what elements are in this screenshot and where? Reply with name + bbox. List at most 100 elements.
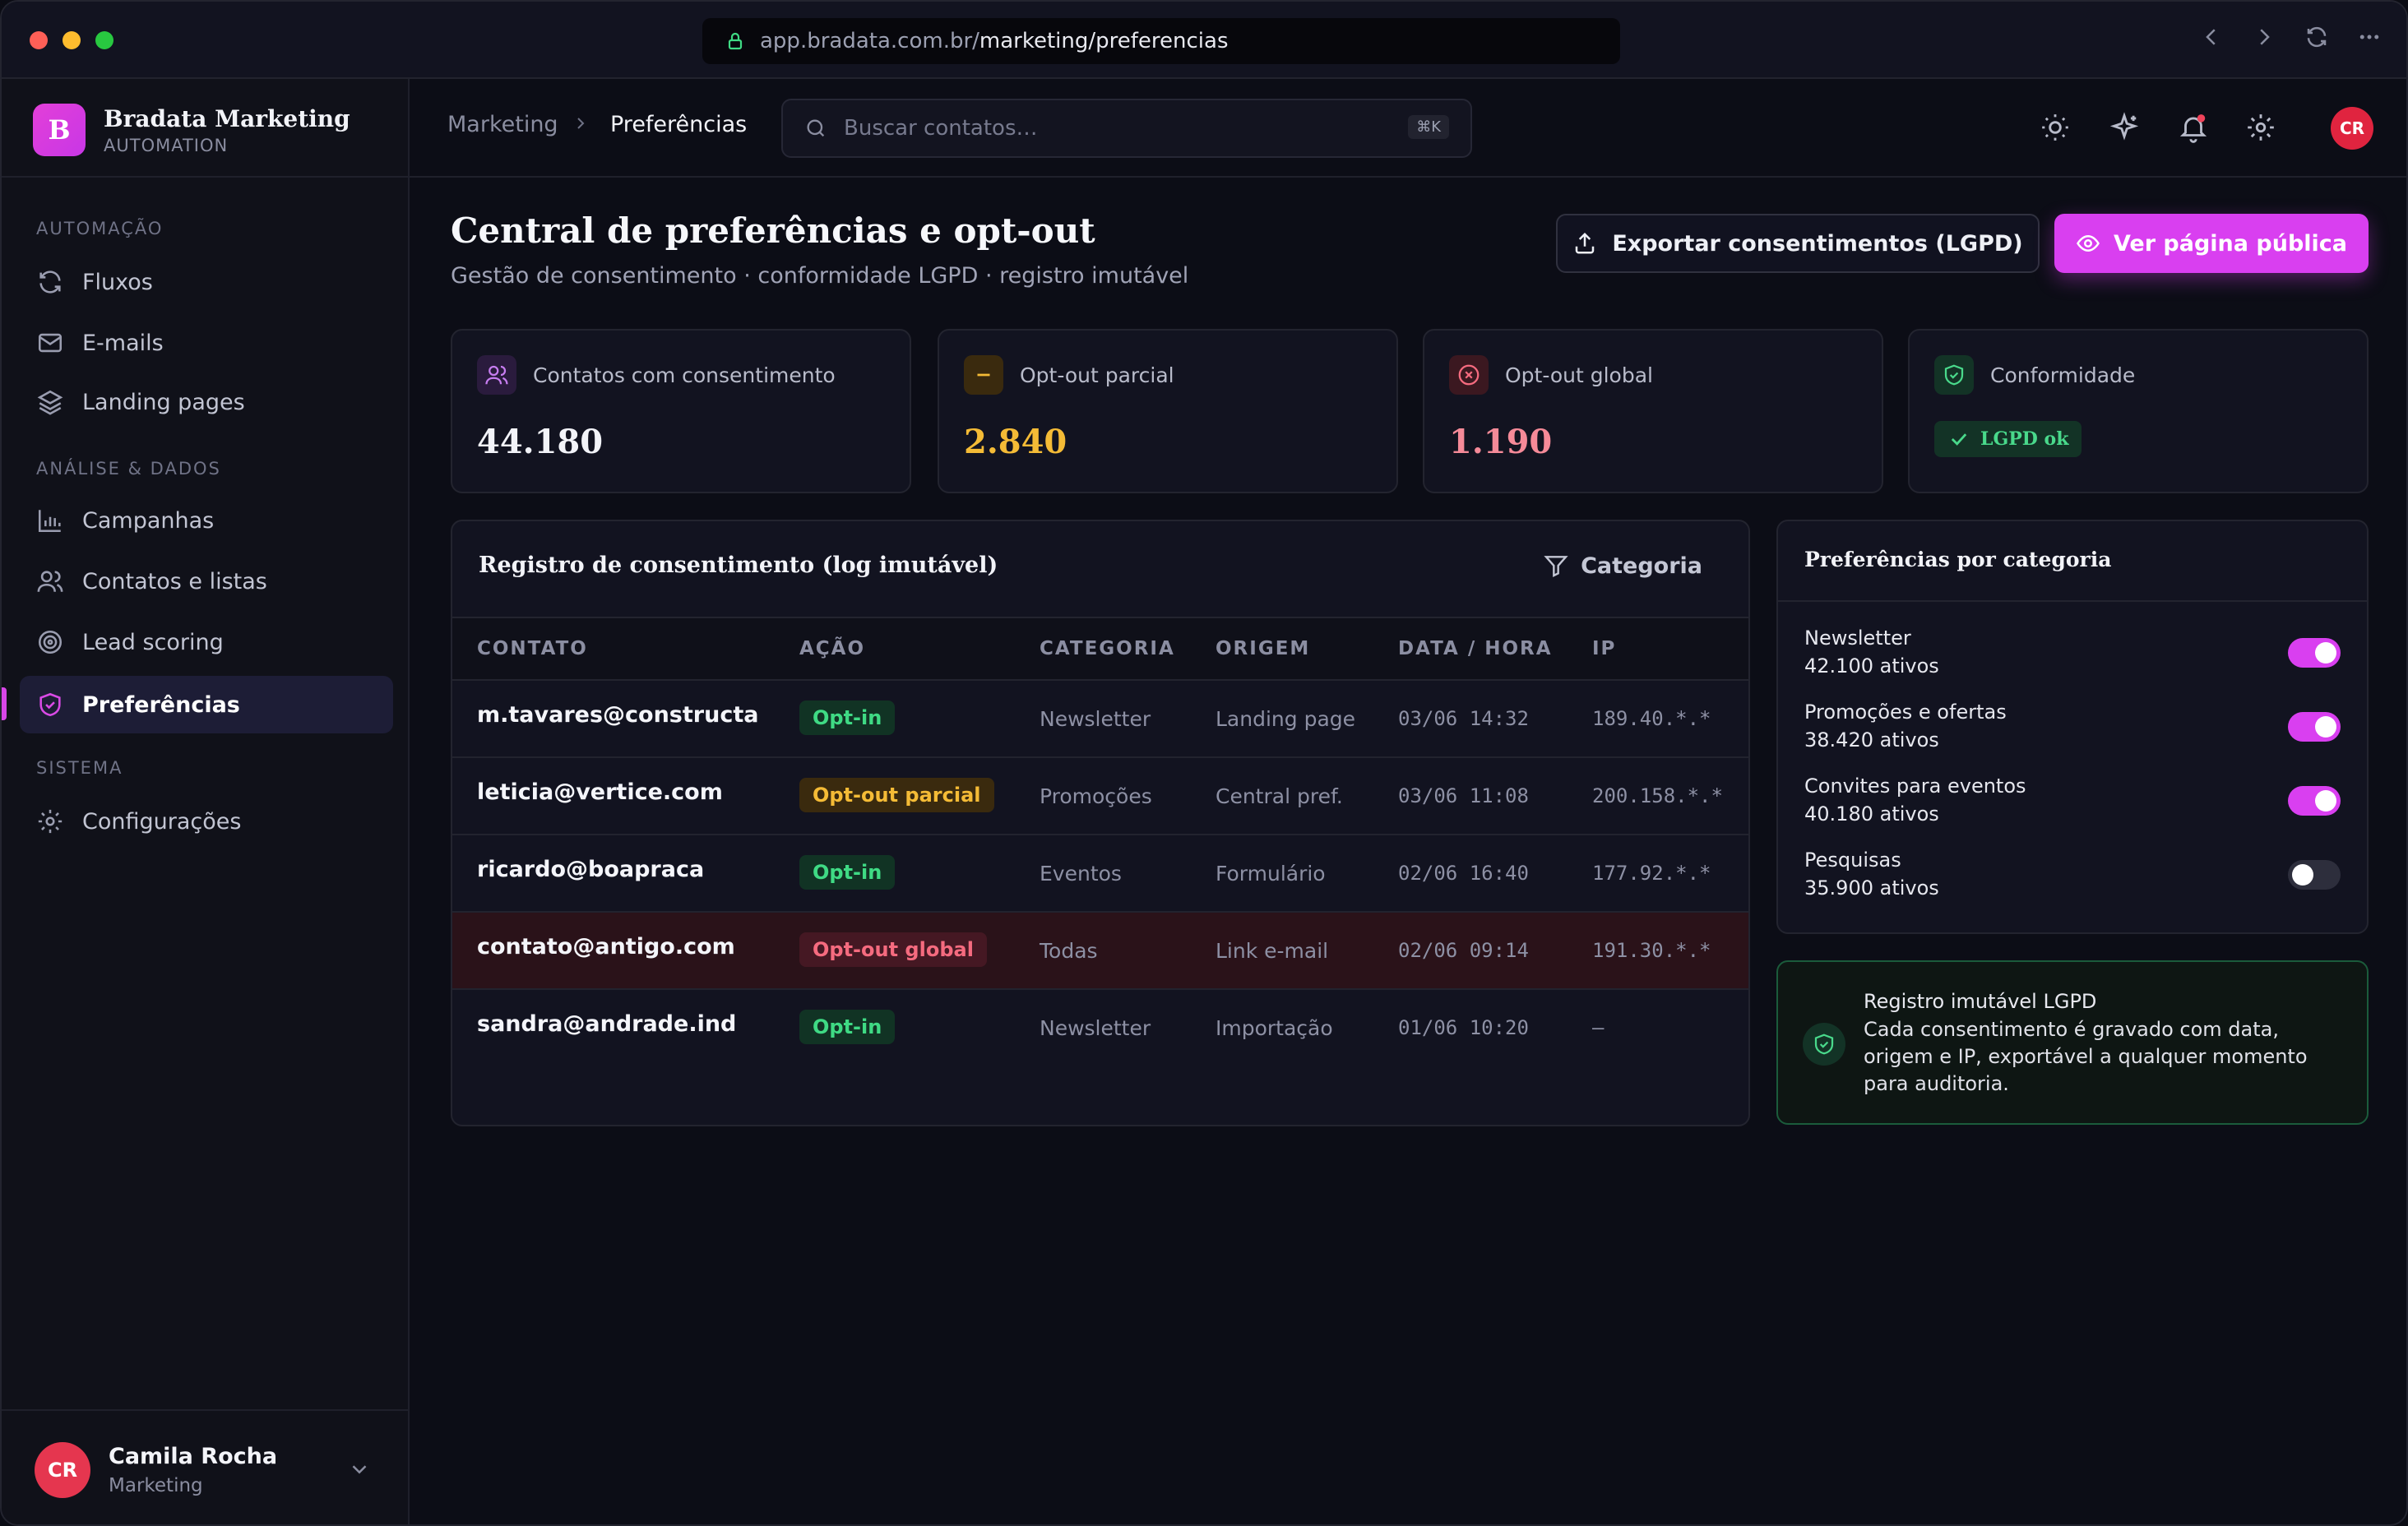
sidebar-item-label: Lead scoring xyxy=(82,629,224,655)
chevron-down-icon[interactable] xyxy=(347,1457,372,1482)
page-title: Central de preferências e opt-out xyxy=(451,210,1095,251)
datetime-cell: 01/06 10:20 xyxy=(1398,1016,1529,1039)
newsletter-toggle[interactable] xyxy=(2288,638,2341,668)
sun-icon[interactable] xyxy=(2040,112,2071,143)
users-icon xyxy=(37,571,63,592)
category-cell: Promoções xyxy=(1040,784,1152,808)
consent-log-panel: Registro de consentimento (log imutável)… xyxy=(451,520,1750,1126)
contact-email: ricardo@boapraca xyxy=(477,857,705,882)
pesquisas-toggle[interactable] xyxy=(2288,860,2341,890)
avatar: CR xyxy=(35,1442,90,1498)
url-host: app.bradata.com.br/ xyxy=(760,29,979,53)
sidebar-item-configuracoes[interactable]: Configurações xyxy=(20,793,393,850)
sidebar-item-label: E-mails xyxy=(82,330,164,356)
table-row[interactable]: leticia@vertice.com Opt-out parcial Prom… xyxy=(452,758,1748,835)
datetime-cell: 03/06 11:08 xyxy=(1398,784,1529,807)
search-icon xyxy=(807,119,825,137)
origin-cell: Importação xyxy=(1216,1016,1333,1040)
sidebar-item-fluxos[interactable]: Fluxos xyxy=(20,253,393,311)
column-header-ip: IP xyxy=(1592,638,1617,659)
ip-cell: 177.92.*.* xyxy=(1592,862,1711,885)
sidebar-item-contatos[interactable]: Contatos e listas xyxy=(20,553,393,610)
eye-icon xyxy=(2077,234,2100,252)
origin-cell: Link e-mail xyxy=(1216,939,1329,963)
reload-icon[interactable] xyxy=(2304,25,2329,49)
upload-icon xyxy=(1576,232,1595,254)
browser-titlebar: app.bradata.com.br/marketing/preferencia… xyxy=(2,2,2406,79)
stat-value: 44.180 xyxy=(477,423,604,461)
divider xyxy=(2,176,408,178)
users-icon xyxy=(485,365,508,385)
promocoes-toggle[interactable] xyxy=(2288,712,2341,742)
gear-icon[interactable] xyxy=(2245,112,2276,143)
table-row[interactable]: m.tavares@constructa Opt-in Newsletter L… xyxy=(452,681,1748,758)
preference-pesquisas: Pesquisas 35.900 ativos xyxy=(1804,849,2341,914)
minimize-window-button[interactable] xyxy=(63,31,81,49)
maximize-window-button[interactable] xyxy=(95,31,113,49)
url-path: marketing/preferencias xyxy=(979,29,1229,53)
origin-cell: Central pref. xyxy=(1216,784,1343,808)
user-role: Marketing xyxy=(109,1475,203,1496)
preference-newsletter: Newsletter 42.100 ativos xyxy=(1804,627,2341,692)
avatar[interactable]: CR xyxy=(2331,107,2373,150)
topbar: Marketing Preferências Buscar contatos… … xyxy=(410,79,2406,178)
stat-label: Opt-out parcial xyxy=(1020,363,1174,387)
ip-cell: 189.40.*.* xyxy=(1592,707,1711,730)
table-row[interactable]: sandra@andrade.ind Opt-in Newsletter Imp… xyxy=(452,990,1748,1067)
preference-count: 38.420 ativos xyxy=(1804,728,1939,751)
sidebar-item-label: Campanhas xyxy=(82,507,215,534)
sidebar-item-lead-scoring[interactable]: Lead scoring xyxy=(20,613,393,671)
preference-name: Convites para eventos xyxy=(1804,775,2026,798)
status-badge: LGPD ok xyxy=(1934,421,2082,457)
bell-icon[interactable] xyxy=(2178,112,2209,143)
refresh-icon xyxy=(39,271,61,294)
close-window-button[interactable] xyxy=(30,31,48,49)
note-icon xyxy=(1803,1023,1845,1066)
lock-icon xyxy=(728,32,743,50)
stat-label: Conformidade xyxy=(1990,363,2136,387)
gear-icon xyxy=(38,809,63,834)
table-row[interactable]: contato@antigo.com Opt-out global Todas … xyxy=(452,913,1748,990)
bar-chart-icon xyxy=(38,510,61,533)
sparkles-icon[interactable] xyxy=(2109,112,2140,143)
preference-count: 42.100 ativos xyxy=(1804,654,1939,677)
brand-name: Bradata Marketing xyxy=(104,104,350,132)
view-public-page-button[interactable]: Ver página pública xyxy=(2054,214,2369,273)
lgpd-info-card: Registro imutável LGPD Cada consentiment… xyxy=(1776,960,2369,1125)
back-icon[interactable] xyxy=(2199,25,2224,49)
app-window: app.bradata.com.br/marketing/preferencia… xyxy=(0,0,2408,1526)
action-badge: Opt-out global xyxy=(799,932,987,967)
breadcrumb-marketing[interactable]: Marketing xyxy=(447,112,558,137)
datetime-cell: 02/06 09:14 xyxy=(1398,939,1529,962)
sidebar-item-landing-pages[interactable]: Landing pages xyxy=(20,373,393,431)
preference-name: Promoções e ofertas xyxy=(1804,701,2007,724)
sidebar-item-emails[interactable]: E-mails xyxy=(20,314,393,372)
origin-cell: Formulário xyxy=(1216,862,1326,886)
export-consents-button[interactable]: Exportar consentimentos (LGPD) xyxy=(1556,214,2040,273)
table-header: CONTATO AÇÃO CATEGORIA ORIGEM DATA / HOR… xyxy=(452,617,1748,681)
table-row[interactable]: ricardo@boapraca Opt-in Eventos Formulár… xyxy=(452,835,1748,913)
shield-check-icon xyxy=(39,692,61,717)
address-bar[interactable]: app.bradata.com.br/marketing/preferencia… xyxy=(702,18,1620,64)
eventos-toggle[interactable] xyxy=(2288,786,2341,816)
more-icon[interactable] xyxy=(2357,25,2382,49)
stat-icon xyxy=(964,355,1003,395)
status-badge-label: LGPD ok xyxy=(1980,428,2069,450)
user-menu[interactable]: CR Camila Rocha Marketing xyxy=(2,1409,408,1524)
category-cell: Newsletter xyxy=(1040,707,1151,731)
brand[interactable]: B Bradata Marketing AUTOMATION xyxy=(33,104,350,156)
breadcrumb-current: Preferências xyxy=(610,112,748,137)
preferences-title: Preferências por categoria xyxy=(1804,548,2112,571)
sidebar-item-preferencias[interactable]: Preferências xyxy=(20,676,393,733)
action-badge: Opt-in xyxy=(799,1010,896,1044)
stat-icon xyxy=(477,355,516,395)
search-input[interactable]: Buscar contatos… ⌘K xyxy=(781,99,1472,158)
column-header-origem: ORIGEM xyxy=(1216,638,1311,659)
sidebar-item-campanhas[interactable]: Campanhas xyxy=(20,492,393,549)
check-icon xyxy=(1951,433,1967,446)
filter-icon xyxy=(1544,556,1568,577)
stat-card-global-optout: Opt-out global 1.190 xyxy=(1423,329,1883,493)
forward-icon[interactable] xyxy=(2252,25,2276,49)
category-filter-button[interactable]: Categoria xyxy=(1543,553,1702,579)
minus-icon xyxy=(977,373,990,377)
